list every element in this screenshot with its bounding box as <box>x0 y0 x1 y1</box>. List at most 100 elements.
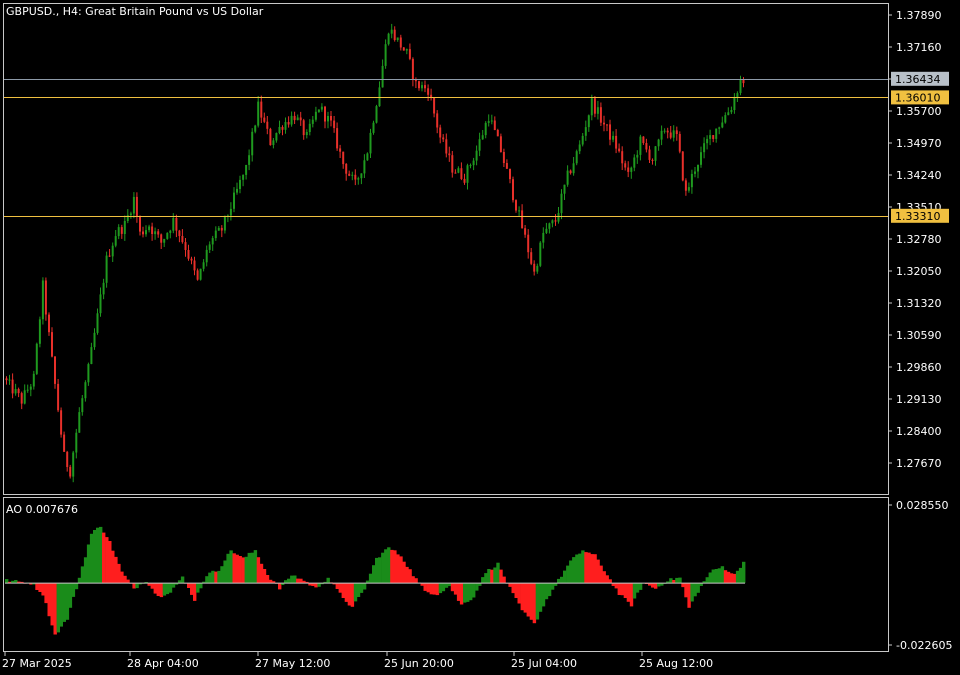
ao-bar <box>459 583 464 605</box>
price-tick-label: 1.28400 <box>896 425 942 438</box>
ao-bar <box>575 554 579 584</box>
candle-body <box>20 393 23 404</box>
candle-body <box>466 165 469 183</box>
ao-bar <box>693 583 697 597</box>
candle-body <box>114 236 117 246</box>
ao-bar <box>220 566 224 584</box>
ao-bar <box>520 583 524 611</box>
candle-body <box>272 140 275 145</box>
ao-bar <box>208 572 212 584</box>
ao-bar <box>669 578 673 584</box>
candle-body <box>117 227 120 237</box>
ao-bar <box>390 549 394 584</box>
candle-body <box>175 218 178 231</box>
ao-bar <box>375 557 379 584</box>
ao-bar <box>214 571 218 584</box>
ao-bar <box>126 579 130 584</box>
price-tick-label: 1.30590 <box>896 329 942 342</box>
candle-body <box>421 85 423 89</box>
ao-bar <box>378 557 382 584</box>
candle-body <box>560 193 563 214</box>
candle-body <box>257 101 260 126</box>
candle-body <box>709 135 712 139</box>
ao-bar <box>602 571 606 584</box>
candle-body <box>672 130 675 138</box>
ao-bar <box>411 576 415 584</box>
ao-bar <box>326 577 330 584</box>
price-tick-label: 1.35700 <box>896 105 942 118</box>
candle-body <box>330 116 332 121</box>
candle-body <box>169 230 172 233</box>
candle-body <box>363 160 366 174</box>
candle-body <box>524 228 527 235</box>
candle-body <box>527 234 530 253</box>
candle-body <box>111 245 114 257</box>
candle-body <box>472 160 475 166</box>
ao-bar <box>717 568 722 584</box>
price-tag-label: 1.33310 <box>895 210 941 223</box>
candle-body <box>96 313 99 333</box>
ao-bar <box>120 571 124 584</box>
ao-bar <box>150 583 154 589</box>
ao-bar <box>499 569 503 584</box>
candle-body <box>651 159 654 161</box>
candle-body <box>569 170 572 174</box>
candle-body <box>135 196 138 217</box>
ao-bar <box>93 530 97 584</box>
candle-body <box>666 130 669 133</box>
candle-body <box>193 260 196 271</box>
candle-body <box>596 107 599 114</box>
ao-bar <box>596 559 600 584</box>
ao-bar <box>408 569 412 584</box>
trading-chart[interactable]: 1.378901.371601.364301.357001.349701.342… <box>0 0 960 675</box>
candle-body <box>654 146 657 161</box>
ao-bar <box>426 583 430 593</box>
candle-body <box>26 389 29 391</box>
price-tick-label: 1.32780 <box>896 233 942 246</box>
candle-body <box>299 117 302 121</box>
ao-tick-label: -0.022605 <box>896 639 952 652</box>
candle-body <box>448 153 451 156</box>
ao-bar <box>405 566 409 584</box>
candle-body <box>160 234 163 243</box>
candle-body <box>612 135 615 140</box>
candle-body <box>120 227 123 234</box>
candle-body <box>545 228 548 233</box>
ao-bar <box>675 577 679 584</box>
candle-body <box>521 210 524 229</box>
price-axis: 1.378901.371601.364301.357001.349701.342… <box>888 9 949 470</box>
candle-body <box>405 49 408 51</box>
candle-body <box>17 389 20 394</box>
ao-bar <box>681 583 685 588</box>
ao-bar <box>65 583 70 620</box>
candle-body <box>239 179 241 189</box>
candle-body <box>387 33 390 45</box>
ao-bar <box>268 579 273 584</box>
ao-bar <box>262 569 267 584</box>
ao-bar <box>705 577 709 584</box>
candle-body <box>48 314 50 333</box>
candle-body <box>41 280 44 320</box>
candle-body <box>145 230 147 235</box>
ao-bar <box>584 552 588 584</box>
ao-bar <box>265 575 270 584</box>
ao-bar <box>229 550 233 584</box>
ao-bar <box>335 583 339 589</box>
candle-body <box>599 107 602 123</box>
ao-bar <box>614 583 618 589</box>
ao-bar <box>41 583 45 596</box>
ao-bar <box>253 550 258 584</box>
candle-body <box>11 379 14 394</box>
candle-body <box>236 188 238 193</box>
ao-bar <box>550 583 555 590</box>
candle-body <box>411 58 414 80</box>
ao-bar <box>83 557 88 584</box>
ao-bar <box>620 583 625 596</box>
ao-bar <box>68 583 73 608</box>
candle-body <box>536 265 539 272</box>
ao-bar <box>156 583 160 596</box>
candle-body <box>166 232 169 239</box>
candle-body <box>478 139 481 151</box>
candle-body <box>496 130 499 137</box>
ao-bar <box>384 549 388 584</box>
